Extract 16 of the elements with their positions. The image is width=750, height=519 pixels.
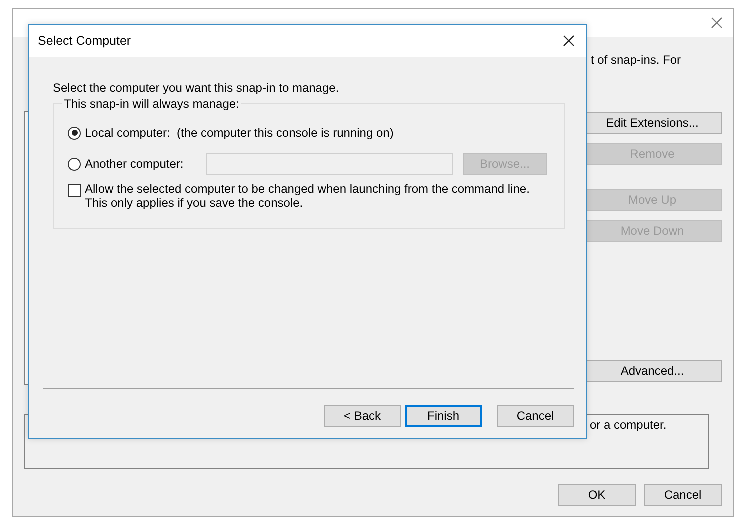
- checkbox[interactable]: [68, 184, 81, 197]
- radio-option[interactable]: Another computer:: [68, 157, 206, 171]
- footer-button[interactable]: Cancel: [644, 484, 722, 506]
- dialog-title: Select Computer: [38, 34, 132, 48]
- dialog-button[interactable]: Cancel: [497, 405, 574, 427]
- dialog-button[interactable]: < Back: [324, 405, 401, 427]
- dialog-button[interactable]: Finish: [405, 405, 482, 427]
- computer-name-field[interactable]: [206, 153, 453, 175]
- checkbox-label: Allow the selected computer to be changed when launching from the command line. This only applies if you save the console.: [85, 182, 531, 210]
- footer-button[interactable]: OK: [558, 484, 636, 506]
- close-icon[interactable]: [563, 35, 575, 47]
- instruction-text: Select the computer you want this snap-in to manage.: [53, 81, 340, 95]
- intro-text: t of snap-ins. For: [591, 53, 682, 67]
- radio-option[interactable]: Local computer: (the computer this console is running on): [68, 126, 394, 140]
- group-label: This snap-in will always manage:: [62, 97, 242, 111]
- description-text: or a computer.: [590, 418, 667, 432]
